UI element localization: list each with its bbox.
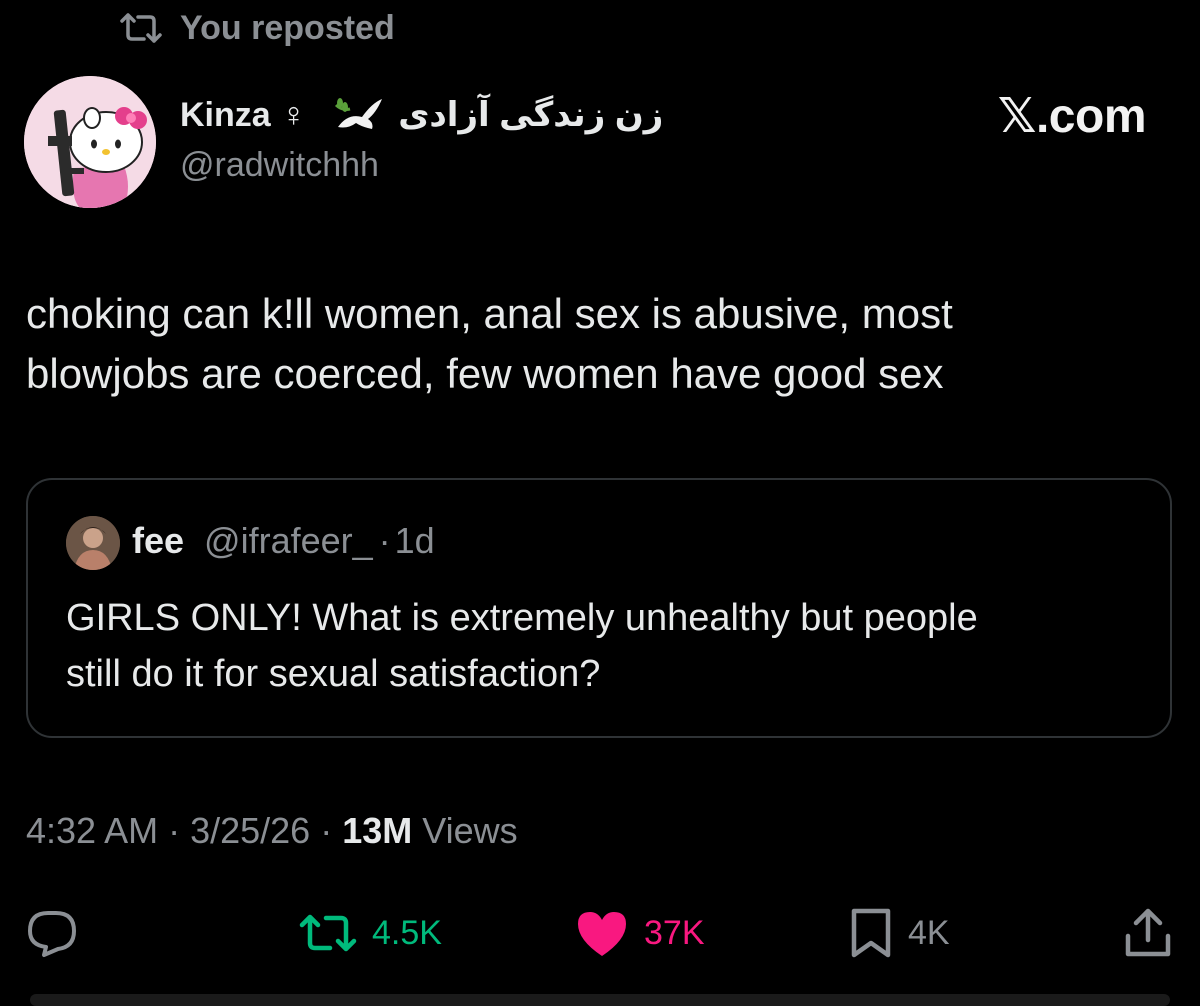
tweet-date: 3/25/26: [190, 810, 311, 851]
tweet-time: 4:32 AM: [26, 810, 159, 851]
repost-banner: You reposted: [118, 6, 395, 50]
reply-composer-edge: [30, 994, 1170, 1006]
quote-text-line: GIRLS ONLY! What is extremely unhealthy …: [66, 597, 978, 639]
like-button[interactable]: 37K: [574, 898, 705, 968]
quote-age: 1d: [394, 520, 435, 561]
bookmark-count: 4K: [908, 913, 950, 952]
quote-separator: ·: [378, 520, 391, 561]
meta-separator: ·: [310, 810, 343, 851]
repost-icon: [120, 13, 162, 43]
quoted-tweet-card[interactable]: fee @ifrafeer_ · 1d GIRLS ONLY! What is ex…: [26, 478, 1172, 738]
tweet-text-line: blowjobs are coerced, few women have goo…: [26, 350, 944, 397]
dove-icon: [335, 98, 383, 129]
tweet-text: choking can k!ll women, anal sex is abus…: [26, 284, 1176, 404]
like-count: 37K: [644, 913, 705, 952]
repost-icon: [299, 914, 357, 952]
action-bar: 4.5K 37K 4K: [0, 898, 1200, 968]
quote-author-handle[interactable]: @ifrafeer_: [204, 520, 373, 561]
repost-count: 4.5K: [372, 913, 442, 952]
author-name[interactable]: Kinza: [180, 96, 271, 135]
reply-button[interactable]: [24, 898, 80, 968]
quote-text-line: still do it for sexual satisfaction?: [66, 653, 601, 695]
venus-symbol: ♀: [280, 95, 307, 134]
quote-author-name[interactable]: fee: [132, 520, 184, 561]
repost-banner-label: You reposted: [180, 8, 395, 47]
author-name-line: Kinza ♀ زن زندگی آزادی: [180, 90, 663, 140]
quote-header: fee @ifrafeer_ · 1d: [132, 520, 435, 562]
quote-text: GIRLS ONLY! What is extremely unhealthy …: [66, 590, 978, 702]
tweet-meta: 4:32 AM · 3/25/26 · 13M Views: [26, 810, 518, 852]
share-icon: [1125, 908, 1171, 957]
meta-separator: ·: [158, 810, 191, 851]
heart-icon: [578, 912, 626, 956]
x-com-watermark: 𝕏.com: [997, 90, 1147, 143]
author-farsi-text: زن زندگی آزادی: [398, 96, 664, 134]
tweet-text-line: choking can k!ll women, anal sex is abus…: [26, 290, 953, 337]
repost-button[interactable]: 4.5K: [298, 898, 442, 968]
views-count: 13M: [342, 810, 413, 851]
bookmark-icon: [851, 908, 891, 958]
quote-author-avatar[interactable]: [66, 516, 120, 570]
bookmark-button[interactable]: 4K: [848, 898, 950, 968]
share-button[interactable]: [1122, 898, 1174, 968]
views-label: Views: [412, 810, 518, 851]
author-avatar[interactable]: [24, 76, 156, 208]
reply-icon: [28, 911, 76, 957]
author-handle[interactable]: @radwitchhh: [180, 146, 379, 185]
